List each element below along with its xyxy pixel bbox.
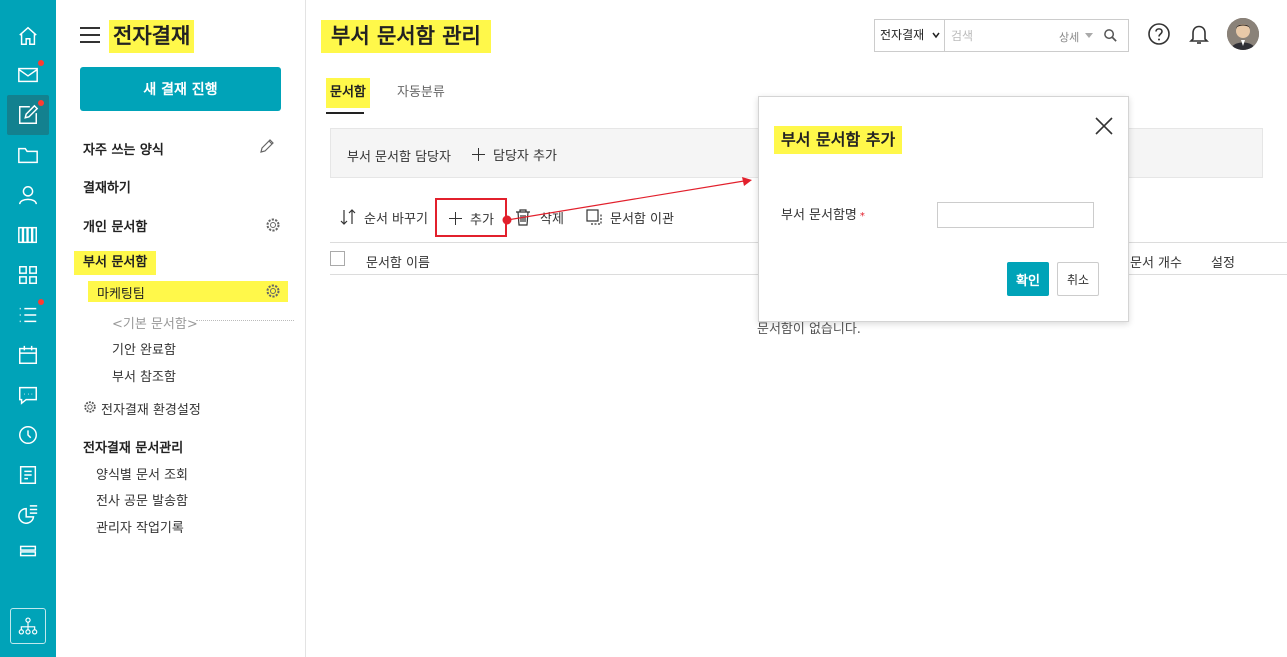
chart-icon[interactable] <box>14 501 42 529</box>
help-icon[interactable] <box>1147 22 1171 46</box>
sidebar-item-default-box[interactable]: <기본 문서함> <box>112 313 198 332</box>
apps-icon[interactable] <box>14 261 42 289</box>
storage-icon[interactable] <box>14 537 42 565</box>
sidebar-item-favorites[interactable]: 자주 쓰는 양식 <box>83 139 164 158</box>
chevron-down-icon <box>932 32 940 39</box>
search-input[interactable] <box>951 25 1051 46</box>
plus-icon <box>472 148 485 161</box>
column-header-settings: 설정 <box>1211 256 1235 271</box>
tab-active-indicator <box>326 112 364 114</box>
plus-icon <box>449 212 462 225</box>
transfer-button[interactable]: 문서함 이관 <box>610 208 674 227</box>
caret-down-icon <box>1085 33 1093 38</box>
sidebar-item-draft-done[interactable]: 기안 완료함 <box>112 339 176 358</box>
search-scope-label: 전자결재 <box>880 28 925 42</box>
gear-icon[interactable] <box>265 217 281 233</box>
search-detail-toggle[interactable]: 상세 <box>1059 29 1079 45</box>
sidebar-item-dept-ref[interactable]: 부서 참조함 <box>112 366 176 385</box>
chat-icon[interactable] <box>14 381 42 409</box>
manager-label: 부서 문서함 담당자 <box>347 150 451 165</box>
delete-button[interactable]: 삭제 <box>540 208 564 227</box>
app: 전자결재 새 결재 진행 자주 쓰는 양식 결재하기 개인 문서함 부서 문서함… <box>0 0 1287 657</box>
app-title: 전자결재 <box>109 20 195 53</box>
sidebar: 전자결재 새 결재 진행 자주 쓰는 양식 결재하기 개인 문서함 부서 문서함… <box>56 0 306 657</box>
trash-icon <box>516 209 530 226</box>
user-icon[interactable] <box>14 181 42 209</box>
hamburger-icon[interactable] <box>80 27 100 43</box>
column-header-name[interactable]: 문서함 이름 <box>366 252 430 271</box>
divider <box>196 320 294 321</box>
bell-icon[interactable] <box>1187 22 1211 46</box>
dialog-title: 부서 문서함 추가 <box>774 126 903 154</box>
add-label-text: 추가 <box>470 213 494 228</box>
page-title: 부서 문서함 관리 <box>321 20 491 53</box>
settings-gear-icon <box>84 401 96 413</box>
mail-icon[interactable] <box>14 61 42 89</box>
add-dept-box-dialog: 부서 문서함 추가 부서 문서함명 * 확인 취소 <box>758 96 1129 322</box>
mail-notification-dot <box>38 60 44 66</box>
select-all-checkbox[interactable] <box>330 251 345 266</box>
reorder-button[interactable]: 순서 바꾸기 <box>364 208 428 227</box>
search-bar: 전자결재 상세 <box>874 19 1129 52</box>
tab-auto-classify[interactable]: 자동분류 <box>397 78 445 108</box>
box-name-input[interactable] <box>937 202 1094 228</box>
sidebar-item-settings[interactable]: 전자결재 환경설정 <box>101 399 201 418</box>
sidebar-item-official-outbox[interactable]: 전사 공문 발송함 <box>96 490 188 509</box>
box-name-label-text: 부서 문서함명 <box>781 208 857 223</box>
team-label: 마케팅팀 <box>97 287 145 302</box>
app-rail <box>0 0 56 657</box>
folder-icon[interactable] <box>14 141 42 169</box>
approval-notification-dot <box>38 100 44 106</box>
list-notification-dot <box>38 299 44 305</box>
gear-icon[interactable] <box>265 283 281 299</box>
transfer-icon <box>586 209 602 225</box>
library-icon[interactable] <box>14 221 42 249</box>
report-icon[interactable] <box>14 461 42 489</box>
org-chart-icon[interactable] <box>10 608 46 644</box>
sort-icon <box>340 209 356 225</box>
add-box-button[interactable]: 추가 <box>435 198 507 237</box>
sidebar-item-team[interactable]: 마케팅팀 <box>88 281 288 302</box>
sidebar-item-personal-box[interactable]: 개인 문서함 <box>83 216 147 235</box>
sidebar-item-by-form[interactable]: 양식별 문서 조회 <box>96 464 188 483</box>
cancel-button[interactable]: 취소 <box>1057 262 1099 296</box>
sidebar-item-admin-log[interactable]: 관리자 작업기록 <box>96 517 184 536</box>
calendar-icon[interactable] <box>14 341 42 369</box>
new-approval-button[interactable]: 새 결재 진행 <box>80 67 281 111</box>
sidebar-item-approve[interactable]: 결재하기 <box>83 177 131 196</box>
tab-docbox[interactable]: 문서함 <box>326 78 370 108</box>
confirm-button[interactable]: 확인 <box>1007 262 1049 296</box>
sidebar-item-dept-box[interactable]: 부서 문서함 <box>74 251 157 275</box>
add-manager-label: 담당자 추가 <box>493 149 557 164</box>
list-icon[interactable] <box>14 301 42 329</box>
edit-icon[interactable] <box>259 138 275 154</box>
sidebar-item-doc-mgmt[interactable]: 전자결재 문서관리 <box>83 437 183 456</box>
search-icon[interactable] <box>1103 28 1118 43</box>
box-name-label: 부서 문서함명 * <box>781 204 865 223</box>
clock-icon[interactable] <box>14 421 42 449</box>
avatar[interactable] <box>1227 18 1259 50</box>
home-icon[interactable] <box>14 22 42 50</box>
close-icon[interactable] <box>1094 116 1114 136</box>
search-scope-select[interactable]: 전자결재 <box>875 20 945 51</box>
add-box-label: 추가 <box>449 209 494 228</box>
add-manager-button[interactable]: 담당자 추가 <box>472 145 557 164</box>
required-mark: * <box>859 211 865 222</box>
column-header-count[interactable]: 문서 개수 <box>1130 252 1182 271</box>
